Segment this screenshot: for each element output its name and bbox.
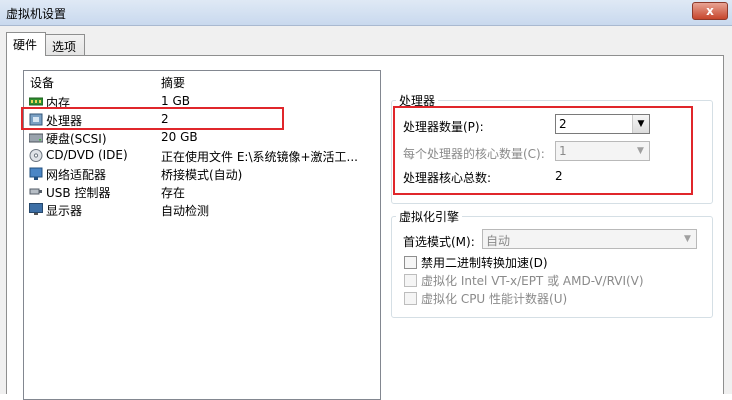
column-device[interactable]: 设备	[30, 74, 54, 91]
device-name: 硬盘(SCSI)	[46, 132, 107, 146]
device-summary: 桥接模式(自动)	[161, 168, 243, 182]
device-summary: 20 GB	[161, 130, 198, 144]
list-header: 设备 摘要	[24, 71, 380, 91]
disable-binary-translation-checkbox[interactable]	[404, 256, 417, 269]
device-summary: 自动检测	[161, 204, 210, 218]
device-name: 显示器	[46, 204, 83, 218]
preferred-mode-value: 自动	[486, 234, 511, 248]
device-row-network-adapter[interactable]: 网络适配器 桥接模式(自动)	[24, 165, 380, 183]
processor-row-highlight	[21, 107, 284, 130]
chevron-down-icon: ▼	[679, 230, 696, 248]
device-summary: 正在使用文件 E:\系统镜像+激活工...	[161, 150, 358, 164]
tab-hardware-label: 硬件	[13, 38, 38, 52]
hard-disk-icon	[29, 133, 43, 143]
preferred-mode-select[interactable]: 自动 ▼	[482, 229, 697, 249]
tab-options-label: 选项	[52, 40, 77, 54]
dialog-body: 硬件 选项 设备 摘要 内存 1 GB 处理器 2 硬盘(SCSI) 20 GB…	[0, 26, 732, 400]
device-row-hard-disk[interactable]: 硬盘(SCSI) 20 GB	[24, 129, 380, 147]
virtualize-vtx-checkbox[interactable]	[404, 274, 417, 287]
network-adapter-icon	[29, 167, 43, 180]
preferred-mode-label: 首选模式(M):	[403, 235, 475, 249]
disable-binary-translation-label: 禁用二进制转换加速(D)	[421, 256, 548, 270]
virtualize-vtx-label: 虚拟化 Intel VT-x/EPT 或 AMD-V/RVI(V)	[421, 274, 644, 288]
cd-dvd-icon	[29, 149, 43, 162]
device-summary: 存在	[161, 186, 186, 200]
tab-options[interactable]: 选项	[45, 34, 85, 56]
column-summary[interactable]: 摘要	[161, 74, 185, 91]
device-summary: 1 GB	[161, 94, 190, 108]
device-name: USB 控制器	[46, 186, 111, 200]
device-row-cd-dvd[interactable]: CD/DVD (IDE) 正在使用文件 E:\系统镜像+激活工...	[24, 147, 380, 165]
device-name: 网络适配器	[46, 168, 107, 182]
title-bar: 虚拟机设置 x	[0, 0, 732, 26]
virtualize-cpu-counters-checkbox[interactable]	[404, 292, 417, 305]
processor-group-highlight	[393, 106, 693, 195]
virtualize-cpu-counters-label: 虚拟化 CPU 性能计数器(U)	[421, 292, 568, 306]
hardware-panel: 设备 摘要 内存 1 GB 处理器 2 硬盘(SCSI) 20 GB CD/DV…	[6, 55, 724, 400]
device-row-display[interactable]: 显示器 自动检测	[24, 201, 380, 219]
close-button[interactable]: x	[692, 2, 728, 20]
usb-icon	[29, 188, 42, 195]
settings-window: 虚拟机设置 x 硬件 选项 设备 摘要 内存 1 GB 处理器 2 硬盘(SCS…	[0, 0, 732, 400]
device-name: CD/DVD (IDE)	[46, 148, 128, 162]
device-row-usb-controller[interactable]: USB 控制器 存在	[24, 183, 380, 201]
window-title: 虚拟机设置	[6, 7, 67, 21]
tab-hardware[interactable]: 硬件	[6, 32, 46, 56]
monitor-icon	[29, 203, 43, 215]
virtualization-group-label: 虚拟化引擎	[396, 208, 463, 225]
